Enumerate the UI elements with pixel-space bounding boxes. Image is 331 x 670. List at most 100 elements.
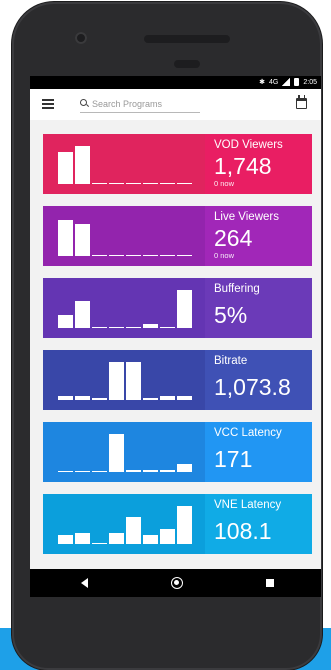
- metric-label: Bitrate: [214, 355, 248, 367]
- metric-label: VCC Latency: [214, 427, 282, 439]
- search-box[interactable]: [80, 96, 200, 113]
- signal-icon: [282, 78, 291, 86]
- chart-bar: [92, 470, 107, 472]
- chart-bar: [160, 326, 175, 328]
- metric-info: VNE Latency 108.1: [205, 494, 312, 554]
- metric-card-live-viewers[interactable]: Live Viewers 264 0 now: [43, 206, 312, 266]
- hamburger-menu-icon[interactable]: [42, 99, 54, 109]
- metric-info: VOD Viewers 1,748 0 now: [205, 134, 312, 194]
- network-label: 4G: [269, 78, 279, 86]
- chart-bar: [92, 398, 107, 400]
- sparkline-chart: [43, 494, 205, 554]
- chart-bar: [58, 534, 73, 544]
- home-circle-icon[interactable]: [171, 577, 183, 589]
- chart-bar: [160, 254, 175, 256]
- metric-value: 108.1: [214, 518, 272, 544]
- chart-bar: [109, 326, 124, 328]
- chart-bar: [109, 182, 124, 184]
- chart-bar: [126, 470, 141, 472]
- metric-value: 1,073.8: [214, 374, 291, 400]
- chart-bar: [143, 534, 158, 544]
- chart-bar: [143, 324, 158, 328]
- chart-bar: [75, 532, 90, 544]
- bluetooth-icon: ✱: [259, 79, 266, 86]
- chart-bar: [143, 470, 158, 472]
- chart-bar: [177, 254, 192, 256]
- metric-card-vne-latency[interactable]: VNE Latency 108.1: [43, 494, 312, 554]
- sparkline-chart: [43, 422, 205, 482]
- sparkline-chart: [43, 278, 205, 338]
- search-input[interactable]: [92, 96, 198, 111]
- metric-label: VOD Viewers: [214, 139, 283, 151]
- chart-bar: [92, 326, 107, 328]
- recents-square-icon[interactable]: [266, 579, 274, 587]
- chart-bar: [143, 398, 158, 400]
- search-icon: [80, 99, 88, 107]
- sparkline-chart: [43, 350, 205, 410]
- metric-info: Live Viewers 264 0 now: [205, 206, 312, 266]
- chart-bar: [58, 396, 73, 400]
- calendar-icon[interactable]: [296, 95, 307, 109]
- chart-bar: [92, 182, 107, 184]
- chart-bar: [126, 326, 141, 328]
- metric-label: Buffering: [214, 283, 260, 295]
- earpiece-speaker: [144, 35, 230, 43]
- chart-bar: [126, 362, 141, 400]
- status-time: 2:05: [303, 78, 317, 86]
- chart-bar: [177, 396, 192, 400]
- metric-info: Bitrate 1,073.8: [205, 350, 312, 410]
- chart-bar: [160, 396, 175, 400]
- chart-bar: [58, 470, 73, 472]
- battery-icon: [294, 78, 300, 86]
- chart-bar: [126, 254, 141, 256]
- metric-value: 171: [214, 446, 253, 472]
- back-triangle-icon[interactable]: [81, 578, 88, 588]
- chart-bar: [177, 506, 192, 544]
- metric-info: VCC Latency 171: [205, 422, 312, 482]
- chart-bar: [58, 151, 73, 184]
- chart-bar: [143, 254, 158, 256]
- metric-value: 5%: [214, 302, 248, 328]
- chart-bar: [177, 290, 192, 328]
- metric-card-vod-viewers[interactable]: VOD Viewers 1,748 0 now: [43, 134, 312, 194]
- metric-value: 264: [214, 225, 253, 251]
- chart-bar: [126, 182, 141, 184]
- chart-bar: [75, 146, 90, 184]
- status-bar: ✱ 4G 2:05: [30, 76, 321, 89]
- chart-bar: [143, 182, 158, 184]
- metric-card-bitrate[interactable]: Bitrate 1,073.8: [43, 350, 312, 410]
- metric-current: 0 now: [214, 179, 235, 188]
- chart-bar: [58, 219, 73, 256]
- metric-current: 0 now: [214, 251, 235, 260]
- chart-bar: [177, 182, 192, 184]
- chart-bar: [109, 362, 124, 400]
- chart-bar: [75, 301, 90, 328]
- metric-card-vcc-latency[interactable]: VCC Latency 171: [43, 422, 312, 482]
- phone-screen: ✱ 4G 2:05 VOD Viewers1,7480 nowLive View…: [30, 76, 321, 597]
- chart-bar: [160, 470, 175, 472]
- metric-label: VNE Latency: [214, 499, 282, 511]
- chart-bar: [92, 542, 107, 544]
- metric-info: Buffering 5%: [205, 278, 312, 338]
- metric-value: 1,748: [214, 153, 272, 179]
- chart-bar: [75, 396, 90, 400]
- metric-label: Live Viewers: [214, 211, 279, 223]
- chart-bar: [75, 470, 90, 472]
- chart-bar: [126, 517, 141, 544]
- chart-bar: [58, 314, 73, 328]
- chart-bar: [109, 254, 124, 256]
- chart-bar: [75, 223, 90, 256]
- proximity-sensor: [174, 60, 200, 68]
- chart-bar: [109, 434, 124, 472]
- android-nav-bar: [30, 569, 321, 597]
- front-camera: [75, 32, 87, 44]
- chart-bar: [92, 254, 107, 256]
- sparkline-chart: [43, 206, 205, 266]
- chart-bar: [177, 464, 192, 472]
- chart-bar: [109, 532, 124, 544]
- metric-card-buffering[interactable]: Buffering 5%: [43, 278, 312, 338]
- chart-bar: [160, 528, 175, 544]
- app-bar: [30, 89, 321, 120]
- chart-bar: [160, 182, 175, 184]
- sparkline-chart: [43, 134, 205, 194]
